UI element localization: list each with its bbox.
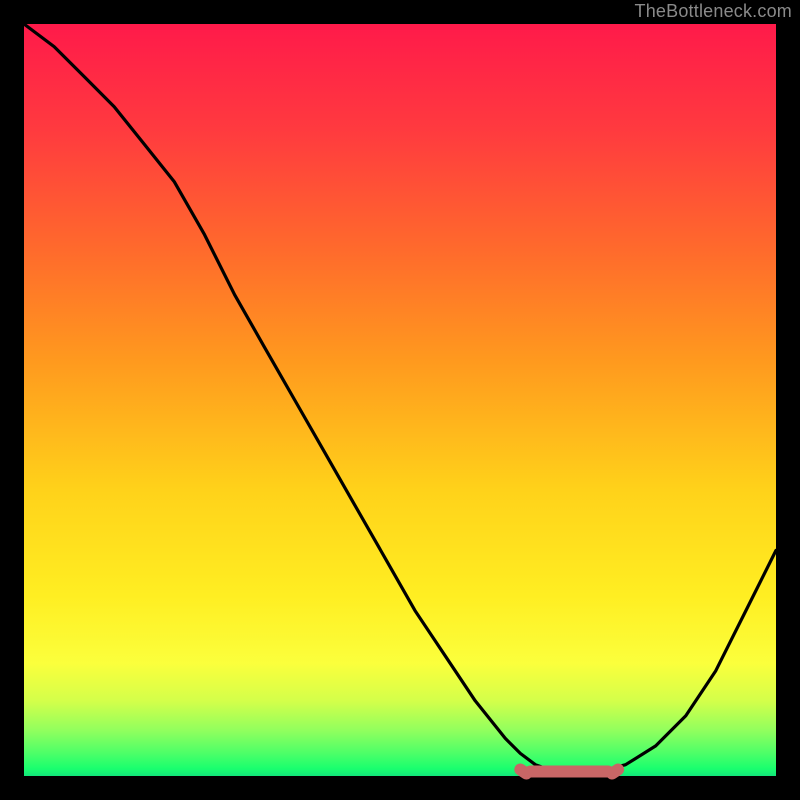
- plot-area: [24, 24, 776, 776]
- plateau-marker: [520, 770, 618, 774]
- chart-frame: TheBottleneck.com: [0, 0, 800, 800]
- bottleneck-curve-line: [24, 24, 776, 772]
- chart-svg: [24, 24, 776, 776]
- watermark-text: TheBottleneck.com: [635, 2, 792, 20]
